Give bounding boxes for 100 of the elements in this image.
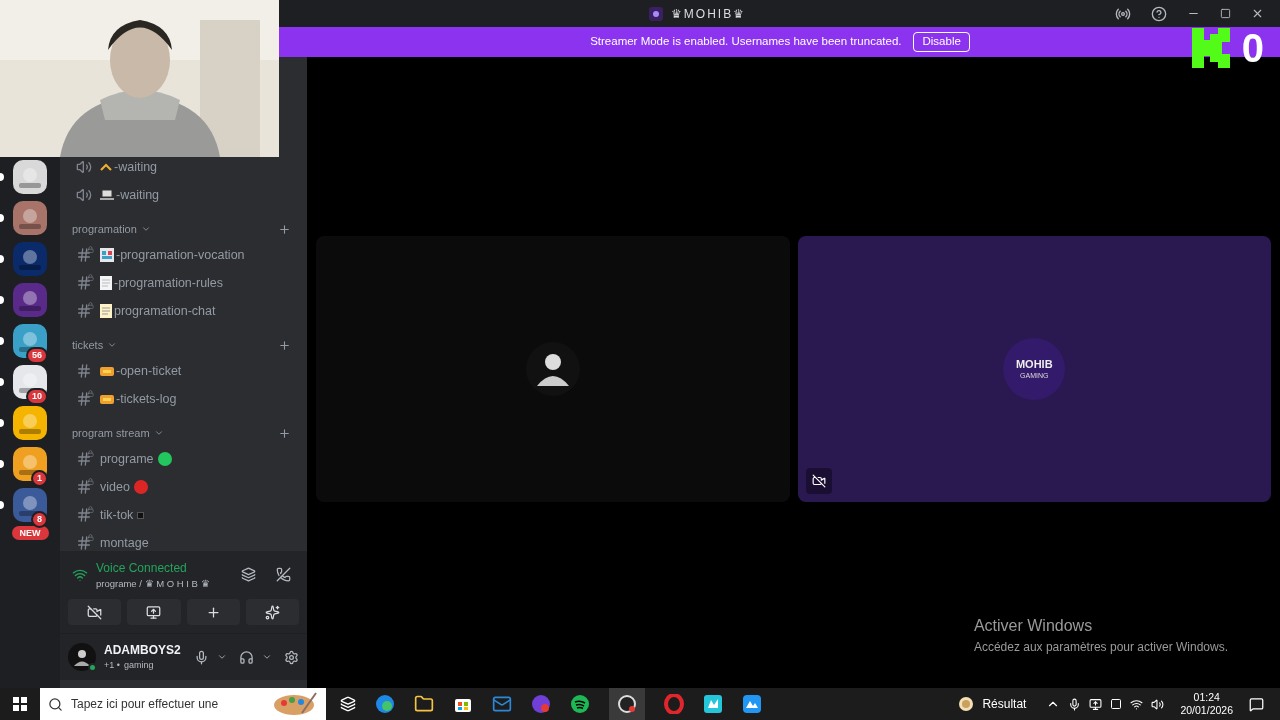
- kick-logo-icon: [1191, 28, 1230, 68]
- window-title: ♛MOHIB♛: [670, 5, 747, 23]
- add-channel-icon[interactable]: [278, 338, 291, 352]
- search-bar[interactable]: Tapez ici pour effectuer une: [40, 688, 326, 720]
- chevron-icon[interactable]: [107, 340, 118, 350]
- soundboard-icon: [264, 604, 280, 620]
- maximize-icon[interactable]: [1220, 8, 1231, 19]
- speaker-icon: [76, 159, 92, 175]
- channel-name: -waiting: [114, 158, 158, 176]
- clock-date[interactable]: 20/01/2026: [1180, 704, 1233, 717]
- locked-hash-icon: [76, 479, 92, 495]
- channel-name: programation-chat: [114, 302, 216, 320]
- notifications-icon[interactable]: [1249, 696, 1264, 712]
- category-header[interactable]: tickets: [72, 336, 104, 354]
- user-avatar: [525, 342, 580, 396]
- mountain-app-icon[interactable]: [742, 694, 762, 714]
- locked-hash-icon: [76, 247, 92, 263]
- help-icon[interactable]: [1151, 5, 1167, 22]
- channel-item[interactable]: montage: [68, 529, 299, 551]
- windows-start-icon[interactable]: [13, 697, 27, 711]
- chevron-icon[interactable]: [153, 428, 164, 438]
- activation-message: Accédez aux paramètres pour activer Windows.: [973, 639, 1228, 656]
- search-icon: [48, 696, 63, 712]
- caret-icon: [100, 163, 112, 171]
- weather-icon[interactable]: [958, 696, 975, 712]
- mail-icon[interactable]: [492, 694, 512, 714]
- add-channel-icon[interactable]: [278, 222, 291, 236]
- server-icon[interactable]: [13, 324, 47, 358]
- tray-app-icon[interactable]: [1089, 697, 1103, 711]
- hash-icon: [76, 363, 92, 379]
- user-activity: +1 •: [104, 659, 120, 673]
- channel-item[interactable]: video: [68, 473, 299, 501]
- weather-text[interactable]: Résultat: [982, 695, 1027, 713]
- active-app-tile[interactable]: [609, 688, 645, 720]
- server-logo-icon: [648, 6, 663, 21]
- channel-item[interactable]: programation-chat: [68, 297, 299, 325]
- headphones-icon[interactable]: [239, 649, 254, 665]
- page-icon: [100, 276, 112, 290]
- server-icon[interactable]: [13, 201, 47, 235]
- soundboard-button[interactable]: [245, 599, 299, 625]
- channel-item[interactable]: -waiting: [68, 153, 299, 181]
- disconnect-icon[interactable]: [276, 567, 291, 583]
- chat-app-icon[interactable]: [531, 694, 551, 714]
- channel-item[interactable]: -programation-vocation: [68, 241, 299, 269]
- channel-item[interactable]: -tickets-log: [68, 385, 299, 413]
- channel-name: -programation-vocation: [116, 246, 245, 264]
- server-icon[interactable]: [13, 160, 47, 194]
- locked-hash-icon: [76, 303, 92, 319]
- voice-status: Voice Connected: [96, 559, 188, 577]
- user-avatar: [68, 643, 96, 671]
- microphone-icon[interactable]: [194, 649, 209, 665]
- server-icon[interactable]: [13, 406, 47, 440]
- banner-text: Streamer Mode is enabled. Usernames have been truncated.: [590, 34, 902, 50]
- clock-time[interactable]: 01:24: [1193, 691, 1220, 704]
- video-tile[interactable]: [316, 236, 790, 502]
- tray-microphone-icon[interactable]: [1068, 697, 1082, 711]
- category-header[interactable]: programation: [72, 220, 137, 238]
- server-icon[interactable]: [13, 365, 47, 399]
- voice-location[interactable]: programe / ♛ M O H I B ♛: [96, 576, 233, 591]
- opera-icon[interactable]: [664, 694, 684, 714]
- camera-off-button[interactable]: [805, 468, 832, 494]
- edge-browser-icon[interactable]: [375, 694, 395, 714]
- search-field[interactable]: Tapez ici pour effectuer une: [71, 695, 264, 713]
- add-channel-icon[interactable]: [278, 426, 291, 440]
- volume-icon[interactable]: [1151, 697, 1165, 711]
- activities-icon: [205, 604, 221, 620]
- ticket-icon: [100, 366, 114, 376]
- category-header[interactable]: program stream: [72, 424, 150, 442]
- channel-name: montage: [100, 534, 149, 551]
- disable-button[interactable]: Disable: [913, 32, 970, 52]
- locked-hash-icon: [76, 451, 92, 467]
- chevron-icon[interactable]: [217, 652, 227, 662]
- calendar-icon: [100, 248, 114, 262]
- channel-item[interactable]: -programation-rules: [68, 269, 299, 297]
- music-app-icon[interactable]: [570, 694, 590, 714]
- channel-item[interactable]: programe: [68, 445, 299, 473]
- user-game: gaming: [123, 659, 154, 673]
- camera-off-icon: [87, 604, 103, 620]
- chevron-icon[interactable]: [262, 652, 272, 662]
- username: ADAMBOYS2: [104, 642, 182, 660]
- close-icon[interactable]: [1251, 7, 1264, 20]
- settings-icon[interactable]: [284, 649, 299, 665]
- camera-button[interactable]: [68, 599, 122, 625]
- channel-item[interactable]: -waiting: [68, 181, 299, 209]
- channel-item[interactable]: -open-ticket: [68, 357, 299, 385]
- activation-title: Activer Windows: [973, 616, 1094, 636]
- streaming-app-icon: [617, 694, 637, 714]
- chevron-icon[interactable]: [140, 224, 151, 234]
- file-explorer-icon[interactable]: [414, 694, 434, 714]
- locked-hash-icon: [76, 391, 92, 407]
- task-view-icon[interactable]: [340, 696, 356, 712]
- tray-square-icon[interactable]: [1110, 698, 1123, 710]
- ticket-icon: [100, 394, 114, 404]
- channel-item[interactable]: tik-tok: [68, 501, 299, 529]
- server-icon[interactable]: [13, 447, 47, 481]
- channel-name: tik-tok: [100, 506, 134, 524]
- new-badge: NEW: [11, 526, 49, 540]
- screen-share-button[interactable]: [127, 599, 181, 625]
- channel-name: -waiting: [116, 186, 160, 204]
- wifi-icon[interactable]: [1130, 697, 1144, 711]
